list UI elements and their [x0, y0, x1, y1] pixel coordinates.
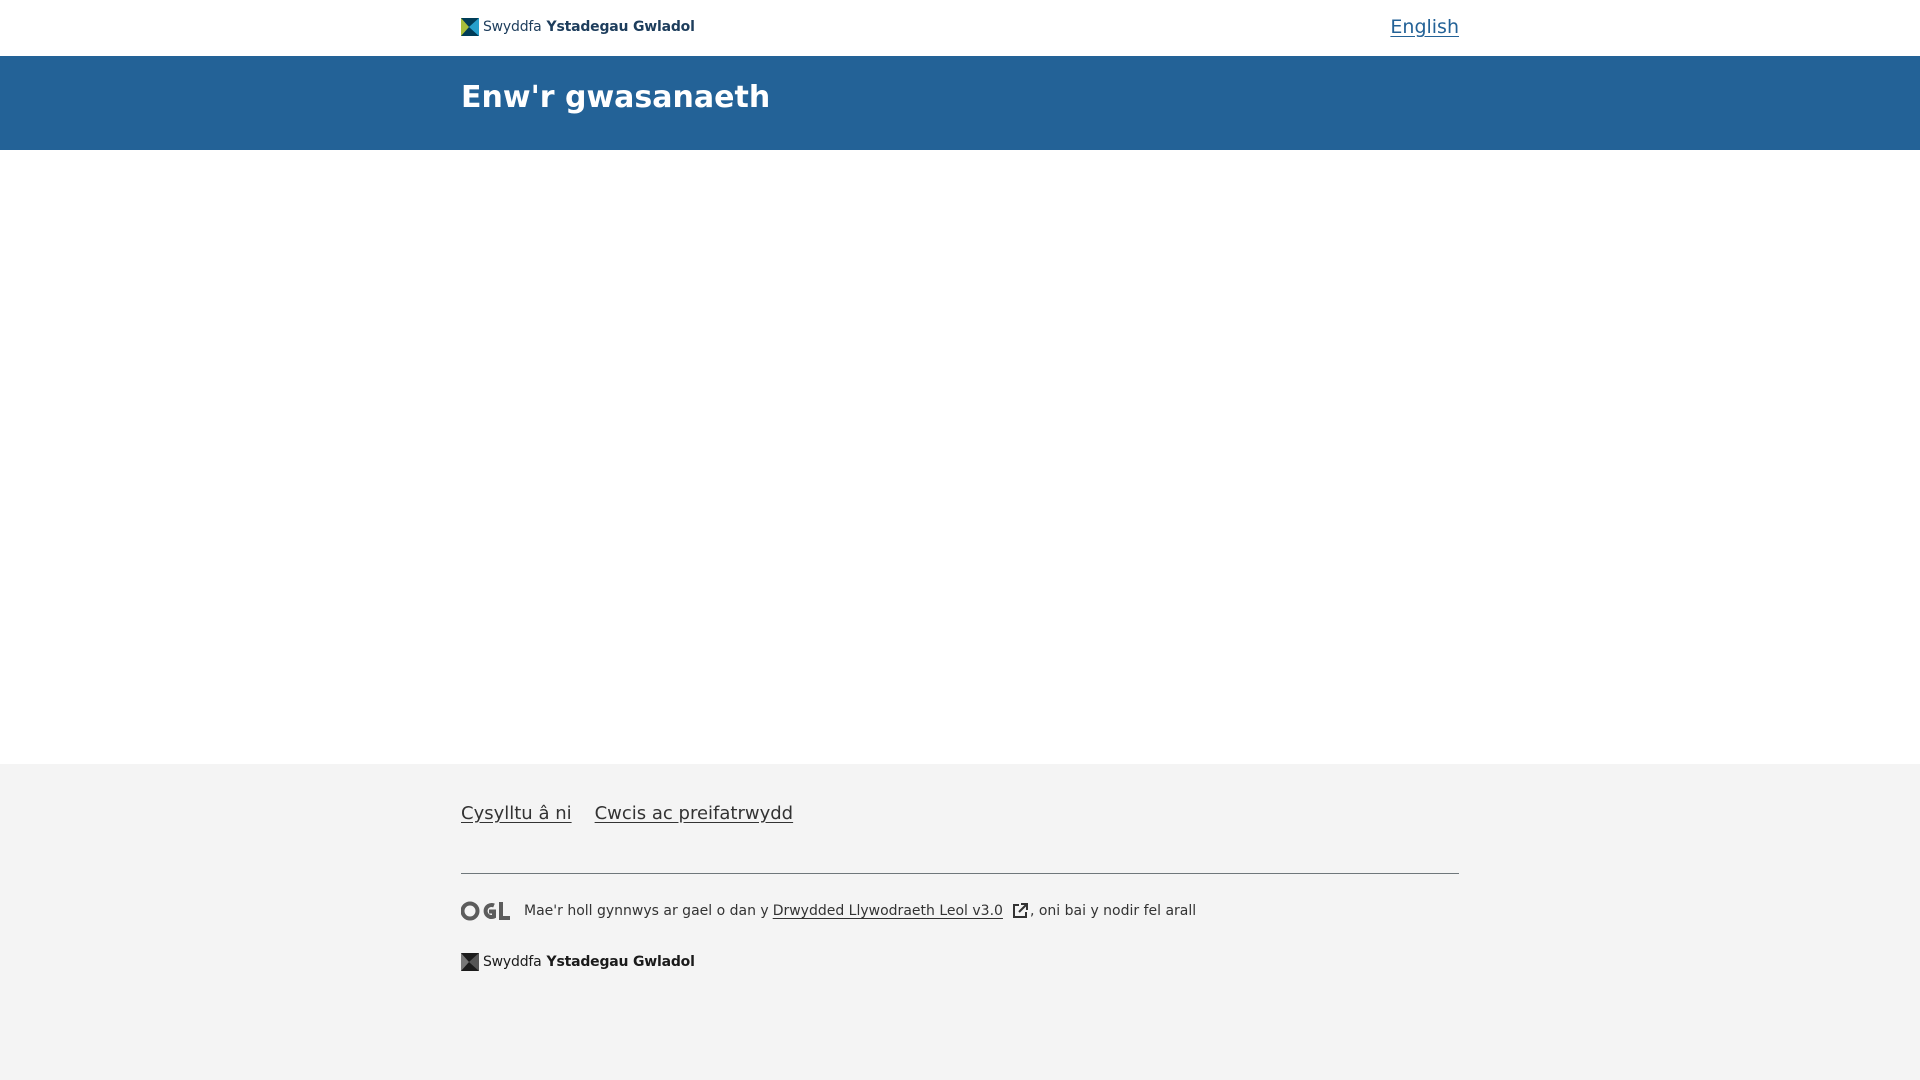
ogl-logo-icon: [461, 901, 510, 921]
external-link-icon[interactable]: [1012, 903, 1028, 919]
footer-brand-name-bold: Ystadegau Gwladol: [546, 954, 695, 970]
footer-brand-name-light: Swyddfa: [483, 954, 542, 970]
brand-logo-link[interactable]: Swyddfa Ystadegau Gwladol: [461, 18, 695, 36]
footer-link-contact[interactable]: Cysylltu â ni: [461, 803, 572, 824]
main-content: [0, 150, 1920, 764]
license-link[interactable]: Drwydded Llywodraeth Leol v3.0: [773, 903, 1003, 919]
ons-logo-icon: [461, 953, 479, 971]
license-statement: Mae'r holl gynnwys ar gael o dan y Drwyd…: [461, 901, 1196, 921]
footer-links: Cysylltu â ni Cwcis ac preifatrwydd: [461, 803, 793, 824]
service-name-title[interactable]: Enw'r gwasanaeth: [461, 80, 770, 116]
footer-link-cookies[interactable]: Cwcis ac preifatrwydd: [595, 803, 794, 824]
brand-name-bold: Ystadegau Gwladol: [546, 19, 695, 35]
brand-name-light: Swyddfa: [483, 19, 542, 35]
footer-brand-logo[interactable]: Swyddfa Ystadegau Gwladol: [461, 953, 695, 971]
service-header: Enw'r gwasanaeth: [0, 56, 1920, 150]
ons-logo-icon: [461, 18, 479, 36]
license-prefix: Mae'r holl gynnwys ar gael o dan y: [524, 903, 769, 919]
footer-divider: [461, 873, 1459, 874]
license-suffix: , oni bai y nodir fel arall: [1029, 903, 1197, 919]
footer: Cysylltu â ni Cwcis ac preifatrwydd Mae'…: [0, 764, 1920, 1080]
top-bar: Swyddfa Ystadegau Gwladol English: [0, 0, 1920, 56]
language-switch-link[interactable]: English: [1390, 16, 1459, 38]
